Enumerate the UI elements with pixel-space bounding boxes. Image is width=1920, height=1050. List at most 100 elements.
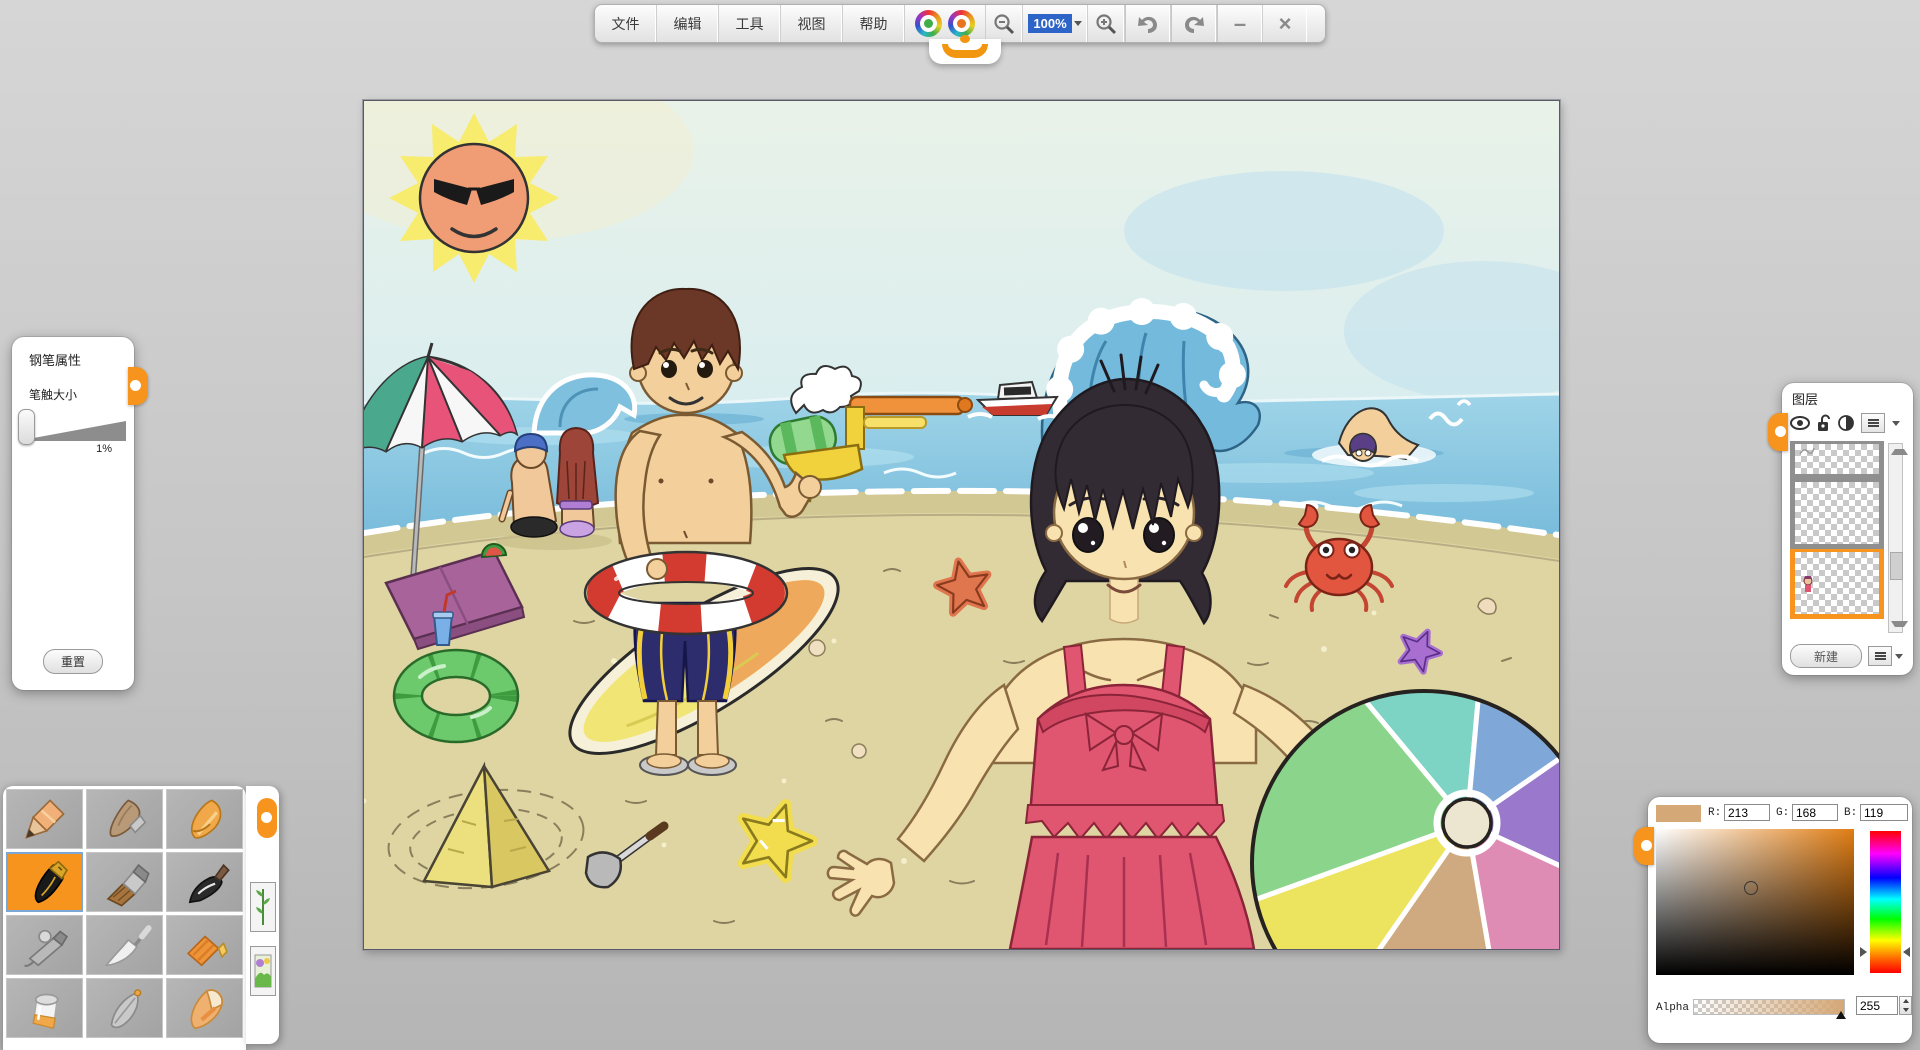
brush-size-label: 笔触大小 [29,386,77,403]
layer-blend-icon[interactable] [1838,415,1854,431]
plant-icon [254,887,272,927]
r-label: R: [1708,807,1721,819]
ink-brush-icon [176,855,234,909]
saturation-value-picker[interactable] [1656,829,1854,975]
zoom-level-field[interactable]: 100% [1023,5,1088,42]
zoom-dropdown-caret-icon[interactable] [1074,21,1082,26]
layers-menu-button[interactable] [1861,413,1885,433]
brush-ink-brush[interactable] [166,852,243,912]
layers-bottom-caret-icon[interactable] [1895,654,1903,659]
layers-scrollbar[interactable] [1888,443,1903,633]
menu-edit[interactable]: 编辑 [657,5,719,42]
plant-stamp-button[interactable] [250,882,276,932]
brush-eraser[interactable] [166,978,243,1038]
menu-file[interactable]: 文件 [595,5,657,42]
alpha-input[interactable] [1856,996,1898,1015]
image-stamp-button[interactable] [250,946,276,996]
layer-item-1[interactable] [1790,441,1884,479]
charcoal-stick-icon [96,792,154,846]
alpha-marker-icon[interactable] [1836,1011,1846,1019]
flat-brush-icon [96,855,154,909]
layer3-content-preview [1801,576,1815,594]
close-button[interactable]: × [1263,5,1307,42]
brush-paint-roller[interactable] [166,915,243,975]
brush-ink-jar[interactable] [6,978,83,1038]
layer-list [1790,441,1884,619]
mascot-mouth-tab[interactable] [929,39,1001,64]
zoom-level-value: 100% [1028,14,1071,33]
zoom-out-button[interactable] [986,5,1023,42]
brush-fountain-pen[interactable] [6,852,83,912]
leaf-pen-icon [96,981,154,1035]
spinner-down-icon[interactable] [1903,1008,1909,1012]
scrollbar-thumb[interactable] [1890,552,1903,580]
slider-thumb[interactable] [18,409,35,445]
hamburger-icon [1868,419,1879,427]
zoom-out-icon [992,12,1016,36]
scroll-up-icon[interactable] [1891,449,1908,455]
brush-pencil[interactable] [6,789,83,849]
menu-view[interactable]: 视图 [781,5,843,42]
palette-collapse-handle[interactable] [257,798,277,838]
alpha-spinner[interactable] [1899,996,1912,1015]
hue-slider[interactable] [1870,831,1901,973]
sv-cursor[interactable] [1744,881,1758,895]
r-input[interactable] [1724,804,1770,821]
layer-visibility-eye-icon[interactable] [1790,415,1810,431]
reset-button[interactable]: 重置 [43,649,103,674]
brush-size-slider[interactable] [18,407,130,447]
layers-collapse-handle[interactable] [1768,413,1788,451]
scroll-down-icon[interactable] [1891,621,1908,627]
layer-item-2[interactable] [1790,479,1884,549]
layer-lock-icon[interactable] [1817,414,1831,432]
layers-panel: 图层 [1782,383,1913,675]
slider-track[interactable] [26,421,126,441]
brush-palette-knife[interactable] [86,915,163,975]
minimize-button[interactable]: – [1218,5,1263,42]
brush-size-value: 1% [96,443,112,455]
brush-charcoal-stick[interactable] [86,789,163,849]
layers-bottom-menu-button[interactable] [1868,646,1892,666]
g-input[interactable] [1792,804,1838,821]
hue-marker-left-icon[interactable] [1860,947,1867,957]
mascot-eye-right-icon[interactable] [948,10,975,37]
spinner-up-icon[interactable] [1903,999,1909,1003]
fountain-pen-icon [16,855,74,909]
brush-leaf-pen[interactable] [86,978,163,1038]
sitting-girl [557,428,598,537]
zoom-in-button[interactable] [1088,5,1125,42]
alpha-slider[interactable] [1693,999,1845,1015]
eraser-icon [176,981,234,1035]
ink-jar-icon [16,981,74,1035]
paint-roller-icon [176,918,234,972]
pencil-icon [16,792,74,846]
panel-collapse-handle[interactable] [128,367,148,405]
redo-button[interactable] [1172,5,1217,42]
layers-menu-caret-icon[interactable] [1892,421,1900,426]
menu-tools[interactable]: 工具 [719,5,781,42]
pen-properties-panel: 钢笔属性 笔触大小 1% 重置 [12,337,134,690]
color-picker-panel: R: G: B: Alpha [1648,797,1912,1043]
airbrush-icon [16,918,74,972]
brush-palette-panel [3,786,246,1050]
brush-flat-brush[interactable] [86,852,163,912]
b-label: B: [1844,807,1857,819]
brush-palette-side-strip [246,786,279,1044]
drawing-canvas[interactable] [363,100,1560,950]
layer-item-3-selected[interactable] [1790,549,1884,619]
brush-airbrush[interactable] [6,915,83,975]
mascot-eye-left-icon[interactable] [915,10,942,37]
brush-crayon[interactable] [166,789,243,849]
b-input[interactable] [1860,804,1908,821]
color-collapse-handle[interactable] [1634,827,1654,865]
hamburger-icon [1875,652,1886,660]
layers-panel-title: 图层 [1792,389,1818,408]
new-layer-button[interactable]: 新建 [1790,644,1862,668]
pen-panel-title: 钢笔属性 [29,350,81,369]
mascot-smile-icon [942,44,988,58]
layer1-content-preview [1799,446,1815,456]
undo-button[interactable] [1126,5,1171,42]
menu-help[interactable]: 帮助 [843,5,905,42]
hue-marker-right-icon[interactable] [1903,947,1910,957]
crayon-icon [176,792,234,846]
